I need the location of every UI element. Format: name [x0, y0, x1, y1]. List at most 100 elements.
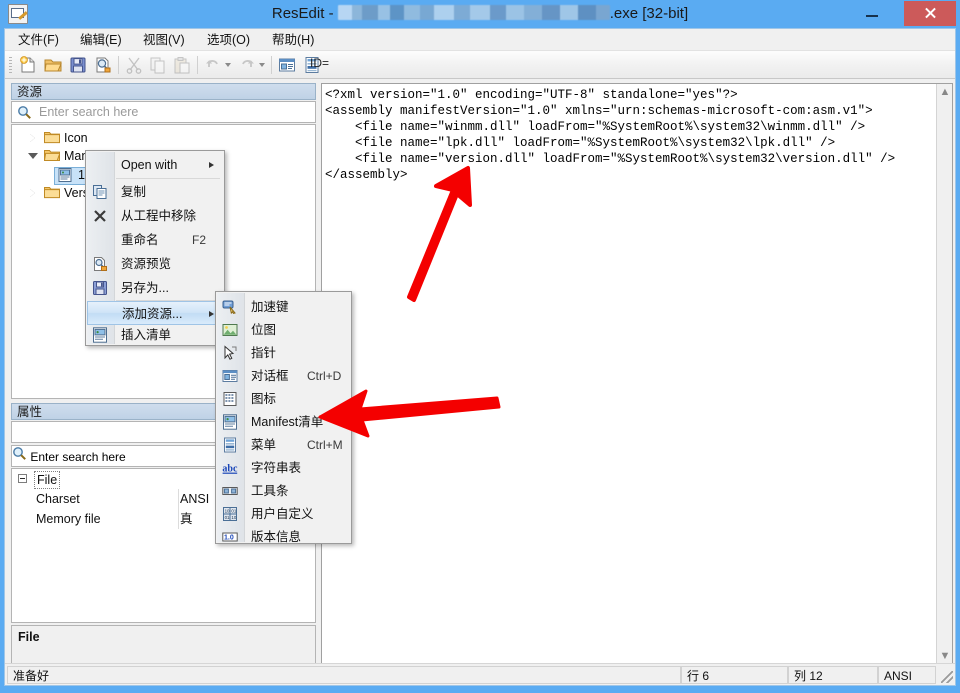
menu-file[interactable]: 文件(F) [11, 31, 66, 49]
remove-x-icon [92, 208, 108, 224]
new-document-icon[interactable] [18, 55, 38, 75]
menu-item-label: 资源预览 [121, 257, 172, 271]
title-bar: ResEdit - .exe [32-bit] [0, 0, 960, 28]
redo-arrow-icon [237, 55, 257, 75]
copy-icon [148, 55, 168, 75]
close-icon [904, 1, 956, 26]
window-title-redacted [337, 5, 610, 20]
svg-text:1.0: 1.0 [224, 535, 234, 542]
submenu-item-menu[interactable]: 菜单 Ctrl+M [217, 433, 351, 457]
context-menu-item-add-resource[interactable]: 添加资源... [87, 301, 224, 325]
menu-edit[interactable]: 编辑(E) [73, 31, 129, 49]
context-menu[interactable]: Open with 复制 从工程中移除 重命名 F2 资源预览 另存为... 添… [85, 150, 225, 346]
property-name: Memory file [36, 512, 101, 526]
submenu-item-manifest[interactable]: Manifest清单 [217, 410, 351, 434]
toolbar-id-label: ID= [310, 56, 330, 70]
scroll-up-icon[interactable]: ▲ [937, 84, 953, 100]
menu-view[interactable]: 视图(V) [136, 31, 192, 49]
submenu-item-bitmap[interactable]: 位图 [217, 318, 351, 342]
status-line: 行 6 [681, 666, 788, 684]
resource-search-placeholder: Enter search here [39, 105, 139, 119]
submenu-item-version-info[interactable]: 1.0 版本信息 [217, 525, 351, 549]
menu-item-label: 字符串表 [251, 461, 302, 475]
submenu-item-string-table[interactable]: abc 字符串表 [217, 456, 351, 480]
bitmap-icon [222, 322, 238, 338]
save-disk-icon [92, 280, 108, 296]
menu-item-shortcut: Ctrl+D [307, 369, 342, 383]
status-line-label: 行 [687, 669, 700, 683]
status-bar: 准备好 行 6 列 12 ANSI [5, 663, 955, 685]
resedit-window: ResEdit - .exe [32-bit] 文件(F) 编辑(E) 视图(V… [0, 0, 960, 693]
cursor-icon [222, 345, 238, 361]
context-menu-item-rename[interactable]: 重命名 F2 [87, 228, 224, 252]
folder-open-icon [43, 149, 61, 162]
status-encoding: ANSI [878, 666, 936, 684]
scroll-down-icon[interactable]: ▼ [937, 648, 953, 664]
resource-panel-header: 资源 [11, 83, 316, 100]
property-value[interactable]: 真 [180, 509, 193, 529]
menu-item-label: 用户自定义 [251, 507, 314, 521]
status-column: 列 12 [788, 666, 878, 684]
chevron-right-icon[interactable] [28, 188, 38, 198]
context-menu-item-save-as[interactable]: 另存为... [87, 276, 224, 300]
chevron-right-icon [209, 162, 215, 169]
dialog-icon[interactable] [277, 55, 297, 75]
svg-text:01: 01 [225, 515, 230, 520]
resize-grip[interactable] [941, 671, 953, 683]
preview-magnifier-icon[interactable] [93, 55, 113, 75]
submenu-item-dialog[interactable]: 对话框 Ctrl+D [217, 364, 351, 388]
properties-search-placeholder: Enter search here [30, 450, 126, 464]
resource-search-input[interactable]: Enter search here [11, 101, 316, 123]
toolbar-grip[interactable] [9, 57, 12, 73]
minimize-icon [852, 0, 892, 26]
menu-item-label: 指针 [251, 346, 277, 360]
properties-category-label: File [34, 471, 61, 489]
chevron-right-icon[interactable] [28, 133, 38, 143]
context-menu-item-copy[interactable]: 复制 [87, 180, 224, 204]
folder-icon [44, 131, 60, 144]
status-column-label: 列 [794, 669, 807, 683]
submenu-item-toolbar[interactable]: 工具条 [217, 479, 351, 503]
menu-item-label: 工具条 [251, 484, 289, 498]
toolbar-separator-3 [271, 56, 272, 74]
property-value[interactable]: ANSI [180, 489, 209, 509]
save-disk-icon[interactable] [68, 55, 88, 75]
tree-item-label: Icon [64, 131, 88, 145]
editor-vertical-scrollbar[interactable]: ▲ ▼ [936, 84, 952, 664]
submenu-item-user-defined[interactable]: 10 01 01 10 用户自定义 [217, 502, 351, 526]
context-menu-item-open-with[interactable]: Open with [87, 153, 224, 177]
manifest-editor[interactable]: <?xml version="1.0" encoding="UTF-8" sta… [321, 83, 953, 681]
svg-text:01: 01 [231, 509, 236, 514]
menu-bar: 文件(F) 编辑(E) 视图(V) 选项(O) 帮助(H) [5, 29, 955, 51]
menu-help[interactable]: 帮助(H) [265, 31, 321, 49]
version-icon: 1.0 [222, 529, 238, 545]
menu-item-label: 图标 [251, 392, 277, 406]
menu-item-label: 菜单 [251, 438, 277, 452]
manifest-icon [58, 168, 72, 182]
tool-bar: ID= [5, 51, 955, 79]
collapse-icon[interactable] [18, 474, 27, 483]
context-menu-item-insert-manifest[interactable]: 插入清单 [87, 323, 224, 347]
preview-magnifier-icon [92, 256, 108, 272]
open-folder-icon[interactable] [43, 55, 63, 75]
dialog-icon [222, 368, 238, 384]
submenu-item-cursor[interactable]: 指针 [217, 341, 351, 365]
submenu-item-icon[interactable]: 图标 [217, 387, 351, 411]
editor-code-text[interactable]: <?xml version="1.0" encoding="UTF-8" sta… [325, 87, 930, 183]
menu-options[interactable]: 选项(O) [200, 31, 257, 49]
context-menu-item-preview-resource[interactable]: 资源预览 [87, 252, 224, 276]
tree-item-icon[interactable]: Icon [12, 129, 312, 147]
menu-item-label: 插入清单 [121, 328, 172, 342]
context-menu-item-remove-from-project[interactable]: 从工程中移除 [87, 204, 224, 228]
scissors-icon [124, 55, 144, 75]
undo-dropdown-icon [225, 63, 232, 70]
minimize-button[interactable] [852, 0, 892, 26]
chevron-down-icon[interactable] [28, 151, 38, 161]
folder-icon [44, 186, 60, 199]
copy-icon [92, 184, 108, 200]
close-button[interactable] [904, 1, 956, 26]
svg-text:10: 10 [225, 509, 230, 514]
submenu-item-accelerator[interactable]: 加速键 [217, 295, 351, 319]
context-submenu-add-resource[interactable]: 加速键 位图 指针 对话框 Ctrl+D 图标 Manifest清单 菜单 Ct… [215, 291, 352, 544]
custom-resource-icon: 10 01 01 10 [222, 506, 238, 522]
